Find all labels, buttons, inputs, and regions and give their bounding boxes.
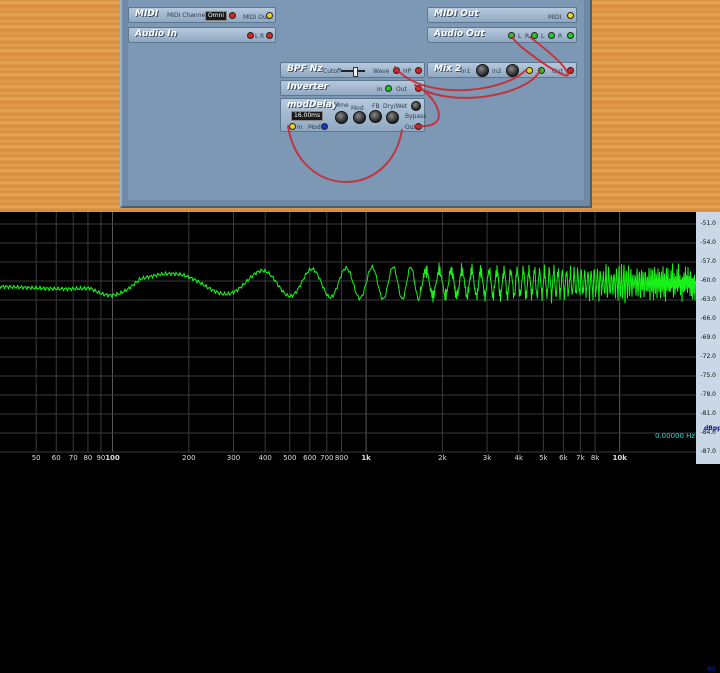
- y-tick-label: -75.0: [700, 372, 716, 379]
- y-tick-label: -54.0: [700, 239, 716, 246]
- y-tick-label: -57.0: [700, 258, 716, 265]
- x-tick-label: 600: [303, 454, 317, 462]
- cable-mix2-to-audio-out-r: [529, 36, 567, 71]
- desktop-background: MIDI MIDI Channel Omni MIDI Out Audio In…: [0, 0, 720, 212]
- spectrum-trace: [0, 262, 696, 304]
- x-tick-label: 6k: [559, 454, 568, 462]
- x-tick-label: 5k: [539, 454, 548, 462]
- cable-bpf-to-mix2: [394, 66, 527, 92]
- y-tick-label: -66.0: [700, 315, 716, 322]
- x-tick-label: 100: [105, 454, 120, 462]
- x-tick-label: 7k: [576, 454, 585, 462]
- y-tick-label: -87.0: [700, 448, 716, 455]
- x-tick-label: 80: [83, 454, 93, 462]
- cable-moddelay-loop: [287, 125, 403, 183]
- x-tick-label: 3k: [482, 454, 492, 462]
- patch-cables: [287, 36, 570, 183]
- x-tick-label: 90: [96, 454, 106, 462]
- cable-moddelay-to-inverter: [414, 86, 440, 128]
- x-tick-label: 8k: [590, 454, 600, 462]
- y-tick-label: -51.0: [700, 220, 716, 227]
- x-tick-label: 800: [334, 454, 349, 462]
- y-tick-label: -81.0: [700, 410, 716, 417]
- y-tick-label: -63.0: [700, 296, 716, 303]
- x-tick-label: 400: [258, 454, 272, 462]
- x-tick-label: 70: [68, 454, 78, 462]
- x-tick-label: 10k: [612, 454, 627, 462]
- y-tick-label: -60.0: [700, 277, 716, 284]
- x-tick-label: 50: [31, 454, 41, 462]
- y-tick-label: -69.0: [700, 334, 716, 341]
- x-tick-label: 700: [320, 454, 334, 462]
- spectrum-analyzer[interactable]: -51.0 -54.0 -57.0 -60.0 -63.0 -66.0 -69.0 -72.0…: [0, 212, 720, 673]
- y-tick-label: -72.0: [700, 353, 716, 360]
- x-tick-label: 300: [226, 454, 241, 462]
- x-tick-label: 500: [283, 454, 297, 462]
- x-tick-label: 4k: [514, 454, 524, 462]
- y-axis-unit: dBpp: [704, 425, 720, 432]
- x-tick-label: 60: [51, 454, 61, 462]
- frequency-readout: 0.00000 Hz: [655, 432, 696, 440]
- x-tick-label: 200: [182, 454, 196, 462]
- x-axis-unit: Hz: [707, 666, 716, 673]
- y-tick-label: -78.0: [700, 391, 716, 398]
- spectrum-plot[interactable]: [0, 212, 696, 464]
- x-tick-label: 2k: [438, 454, 447, 462]
- x-tick-label: 1k: [361, 454, 371, 462]
